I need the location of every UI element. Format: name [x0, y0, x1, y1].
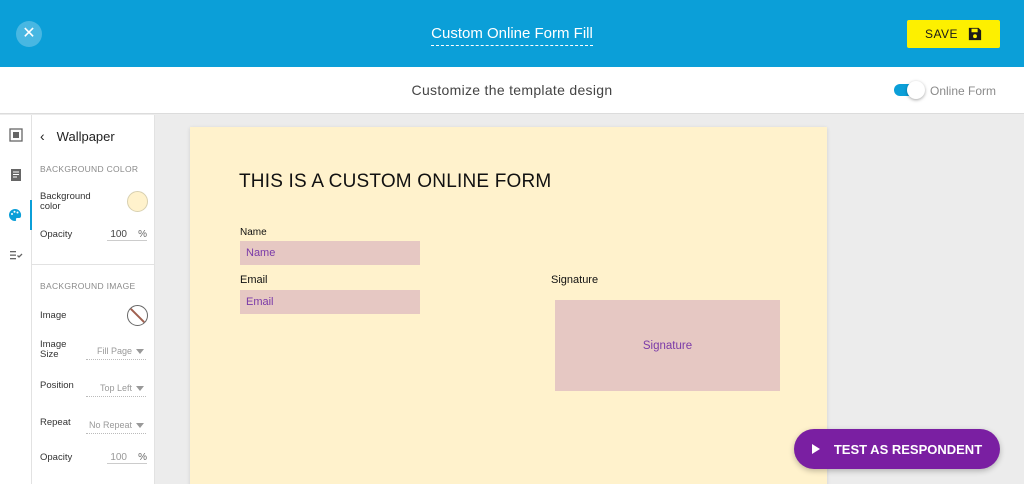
caret-down-icon	[136, 386, 144, 391]
palette-icon	[9, 208, 22, 221]
back-to-menu[interactable]: ‹ Wallpaper	[40, 128, 115, 144]
chevron-left-icon: ‹	[40, 128, 45, 144]
form-heading[interactable]: THIS IS A CUSTOM ONLINE FORM	[239, 171, 551, 193]
position-label: Position	[40, 380, 74, 391]
email-input[interactable]: Email	[240, 290, 420, 314]
form-canvas: THIS IS A CUSTOM ONLINE FORM Name Name E…	[190, 127, 827, 484]
image-size-label: Image Size	[40, 339, 67, 360]
subheader-title: Customize the template design	[411, 82, 613, 98]
background-color-swatch[interactable]	[127, 191, 148, 212]
caret-down-icon	[136, 423, 144, 428]
opacity-input[interactable]: 100 %	[107, 229, 147, 241]
save-label: SAVE	[924, 27, 959, 41]
panel-divider	[32, 264, 155, 265]
email-field-label[interactable]: Email	[240, 274, 268, 286]
repeat-label: Repeat	[40, 417, 71, 428]
section-background-color: BACKGROUND COLOR	[40, 164, 139, 174]
left-icon-rail	[0, 115, 32, 484]
save-button[interactable]: SAVE	[907, 20, 1000, 48]
online-form-toggle[interactable]	[894, 81, 925, 99]
section-background-image: BACKGROUND IMAGE	[40, 281, 136, 291]
online-form-label: Online Form	[930, 84, 997, 98]
signature-box[interactable]: Signature	[555, 300, 780, 391]
opacity-image-input[interactable]: 100 %	[107, 452, 147, 464]
layout-icon	[9, 128, 23, 142]
checklist-icon	[10, 251, 23, 260]
rail-item-layout[interactable]	[0, 120, 32, 150]
opacity-label: Opacity	[40, 229, 73, 240]
rail-item-style[interactable]	[0, 200, 32, 230]
name-input[interactable]: Name	[240, 241, 420, 265]
position-select[interactable]: Top Left	[86, 383, 146, 397]
rail-item-content[interactable]	[0, 160, 32, 190]
signature-field-label[interactable]: Signature	[551, 274, 598, 286]
panel-title: Wallpaper	[56, 128, 115, 144]
caret-down-icon	[136, 349, 144, 354]
repeat-select[interactable]: No Repeat	[86, 420, 146, 434]
rail-item-settings[interactable]	[0, 240, 32, 270]
toggle-knob	[907, 81, 925, 99]
no-image-icon[interactable]	[127, 305, 148, 326]
name-field-label[interactable]: Name	[240, 227, 267, 238]
image-size-select[interactable]: Fill Page	[86, 346, 146, 360]
top-bar: ✕ Custom Online Form Fill SAVE	[0, 0, 1024, 67]
wallpaper-panel: ‹ Wallpaper BACKGROUND COLOR Background …	[32, 115, 155, 484]
background-color-label: Background color	[40, 191, 91, 212]
image-label: Image	[40, 310, 67, 321]
play-icon	[811, 444, 820, 454]
form-title[interactable]: Custom Online Form Fill	[0, 25, 1024, 46]
floppy-disk-icon	[968, 27, 982, 41]
document-icon	[11, 169, 21, 181]
test-as-respondent-button[interactable]: TEST AS RESPONDENT	[794, 429, 1000, 469]
subheader: Customize the template design Online For…	[0, 67, 1024, 114]
opacity-image-label: Opacity	[40, 452, 73, 463]
test-button-label: TEST AS RESPONDENT	[833, 441, 983, 457]
